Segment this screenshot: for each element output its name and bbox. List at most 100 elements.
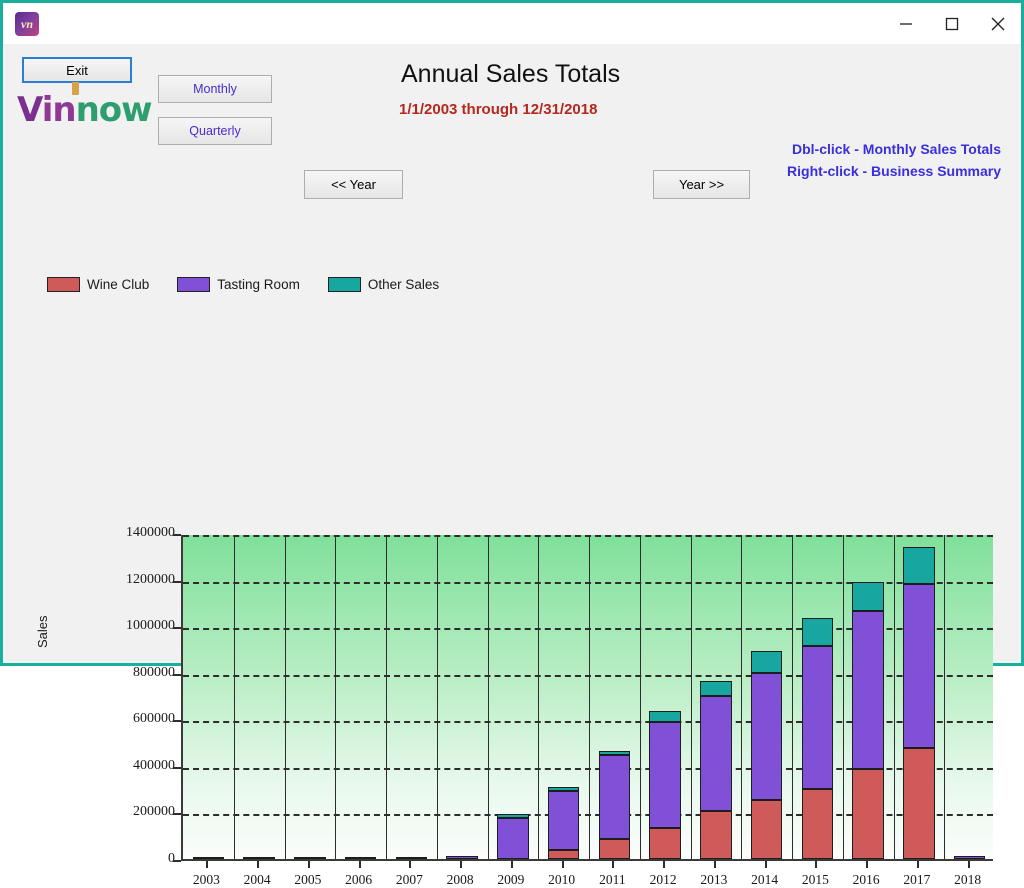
bar-segment[interactable] [700, 681, 731, 696]
x-axis-tick-mark [815, 861, 817, 868]
bar-segment[interactable] [802, 789, 833, 859]
x-axis-tick-label: 2018 [954, 872, 981, 888]
bar-segment[interactable] [193, 857, 224, 859]
gridline-vertical [741, 535, 742, 859]
x-axis-tick-mark [511, 861, 513, 868]
x-axis-tick-mark [612, 861, 614, 868]
bar-segment[interactable] [751, 800, 782, 859]
window-titlebar: vn [3, 3, 1021, 44]
y-axis-tick-label: 600000 [133, 711, 175, 727]
bar-segment[interactable] [294, 857, 325, 859]
bar-segment[interactable] [700, 696, 731, 811]
quarterly-button[interactable]: Quarterly [158, 117, 272, 145]
y-axis-tick-label: 200000 [133, 804, 175, 820]
y-axis-tick-mark [173, 627, 181, 629]
bar-segment[interactable] [903, 547, 934, 584]
y-axis-tick-label: 400000 [133, 758, 175, 774]
x-axis-tick-mark [968, 861, 970, 868]
x-axis-tick-label: 2016 [853, 872, 880, 888]
x-axis-tick-label: 2003 [193, 872, 220, 888]
bar-segment[interactable] [599, 839, 630, 859]
bar-segment[interactable] [599, 751, 630, 756]
gridline-vertical [691, 535, 692, 859]
logo-part-3: n [76, 90, 99, 130]
y-axis-tick-label: 1000000 [126, 618, 175, 634]
bar-segment[interactable] [649, 722, 680, 828]
bar-segment[interactable] [802, 618, 833, 646]
x-axis-tick-mark [359, 861, 361, 868]
x-axis-tick-label: 2014 [751, 872, 778, 888]
x-axis-tick-label: 2008 [447, 872, 474, 888]
bar-segment[interactable] [700, 811, 731, 859]
previous-year-button[interactable]: << Year [304, 170, 403, 199]
gridline-vertical [285, 535, 286, 859]
bar-segment[interactable] [446, 856, 477, 859]
y-axis-tick-mark [173, 581, 181, 583]
bar-segment[interactable] [548, 850, 579, 859]
bar-segment[interactable] [345, 857, 376, 859]
maximize-icon[interactable] [929, 3, 975, 44]
x-axis-tick-label: 2005 [294, 872, 321, 888]
page-title: Annual Sales Totals [401, 60, 620, 89]
gridline-vertical [437, 535, 438, 859]
bar-segment[interactable] [243, 857, 274, 859]
x-axis-tick-mark [917, 861, 919, 868]
y-axis-tick-label: 0 [168, 851, 175, 867]
x-axis-tick-label: 2009 [497, 872, 524, 888]
x-axis-tick-label: 2011 [599, 872, 626, 888]
logo-part-5: w [121, 90, 151, 130]
gridline-horizontal [183, 535, 993, 537]
x-axis-tick-mark [409, 861, 411, 868]
bar-segment[interactable] [548, 791, 579, 849]
next-year-button[interactable]: Year >> [653, 170, 750, 199]
logo-part-1: V [17, 90, 42, 130]
bar-segment[interactable] [548, 787, 579, 792]
bar-segment[interactable] [649, 711, 680, 721]
bar-segment[interactable] [954, 856, 985, 859]
bar-segment[interactable] [396, 857, 427, 859]
x-axis-tick-mark [714, 861, 716, 868]
y-axis-tick-mark [173, 767, 181, 769]
y-axis-tick-label: 800000 [133, 665, 175, 681]
x-axis-tick-label: 2006 [345, 872, 372, 888]
bar-segment[interactable] [497, 818, 528, 859]
hint-double-click: Dbl-click - Monthly Sales Totals [792, 141, 1001, 157]
exit-button[interactable]: Exit [22, 57, 132, 83]
monthly-button[interactable]: Monthly [158, 75, 272, 103]
bar-segment[interactable] [903, 584, 934, 748]
x-axis-tick-mark [765, 861, 767, 868]
gridline-vertical [234, 535, 235, 859]
bar-segment[interactable] [802, 646, 833, 789]
logo-cork-icon [72, 82, 79, 95]
logo-part-4: o [99, 90, 121, 130]
x-axis-tick-label: 2017 [903, 872, 930, 888]
gridline-vertical [538, 535, 539, 859]
x-axis-tick-mark [206, 861, 208, 868]
bar-segment[interactable] [903, 748, 934, 859]
close-icon[interactable] [975, 3, 1021, 44]
bar-segment[interactable] [852, 611, 883, 769]
gridline-vertical [792, 535, 793, 859]
bar-segment[interactable] [751, 673, 782, 800]
y-axis-tick-mark [173, 720, 181, 722]
plot-area[interactable] [181, 535, 993, 861]
bar-segment[interactable] [852, 582, 883, 611]
bar-segment[interactable] [852, 769, 883, 859]
y-axis-tick-labels: 0200000400000600000800000100000012000001… [39, 244, 175, 663]
x-axis-tick-mark [663, 861, 665, 868]
bar-segment[interactable] [599, 755, 630, 839]
client-area: Exit Monthly Quarterly << Year Year >> V… [3, 44, 1021, 663]
bar-segment[interactable] [649, 828, 680, 859]
vinnow-app-icon: vn [15, 12, 39, 36]
gridline-vertical [335, 535, 336, 859]
x-axis-tick-mark [866, 861, 868, 868]
bar-segment[interactable] [751, 651, 782, 673]
minimize-icon[interactable] [883, 3, 929, 44]
gridline-vertical [640, 535, 641, 859]
y-axis-tick-mark [173, 534, 181, 536]
date-range-label: 1/1/2003 through 12/31/2018 [399, 101, 597, 118]
x-axis-tick-mark [460, 861, 462, 868]
x-axis-tick-mark [308, 861, 310, 868]
bar-segment[interactable] [497, 814, 528, 819]
chart-container[interactable]: Sales 0200000400000600000800000100000012… [3, 244, 1021, 663]
